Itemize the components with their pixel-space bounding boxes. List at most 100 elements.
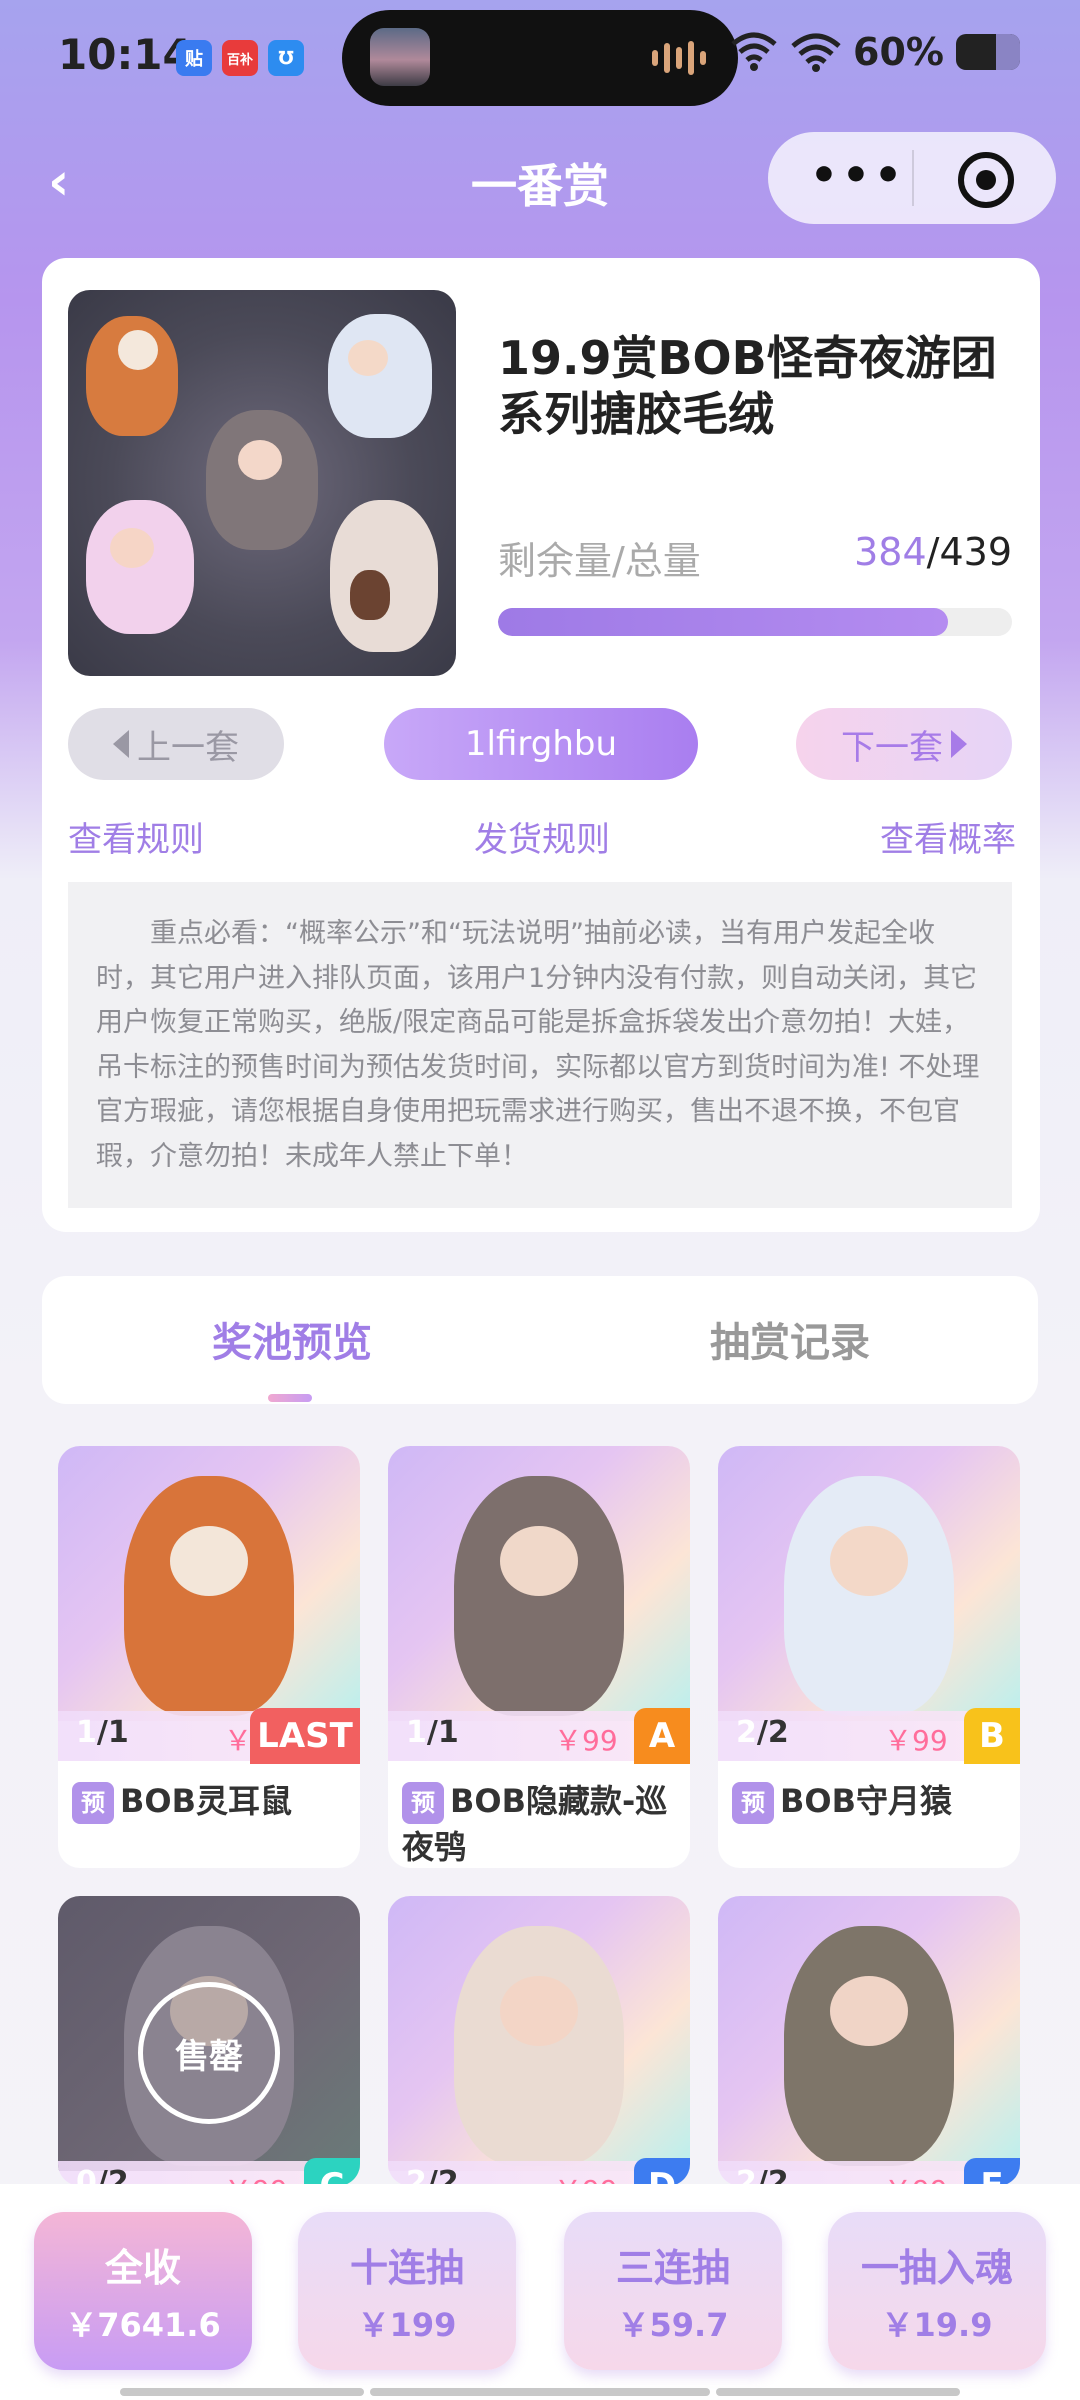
buy-all-button[interactable]: 全收 ￥7641.6 <box>34 2212 252 2370</box>
prize-image <box>58 1446 360 1721</box>
tieba-icon: 贴 <box>176 40 212 76</box>
more-icon[interactable]: ••• <box>808 150 908 206</box>
prize-image <box>718 1446 1020 1721</box>
audio-wave-icon <box>652 38 712 78</box>
presale-tag: 预 <box>72 1782 114 1824</box>
prize-stock-total: /2 <box>96 2165 129 2186</box>
prize-stock-remaining: 2 <box>736 2165 757 2186</box>
toy-face <box>500 1526 578 1596</box>
toy-face <box>830 1526 908 1596</box>
arrow-right-icon <box>951 730 967 758</box>
prize-image: 售罄 <box>58 1896 360 2171</box>
draw-ten-label: 十连抽 <box>349 2245 464 2290</box>
draw-ten-button[interactable]: 十连抽 ￥199 <box>298 2212 516 2370</box>
prize-image <box>388 1446 690 1721</box>
prize-grade-badge: B <box>964 1708 1020 1764</box>
back-icon[interactable]: ‹ <box>48 152 98 212</box>
draw-one-label: 一抽入魂 <box>860 2245 1013 2290</box>
prize-stock-remaining: 2 <box>406 2165 427 2186</box>
prize-grade-badge: E <box>964 2158 1020 2186</box>
remain-progress-bar <box>498 608 1012 636</box>
prize-card[interactable]: 2/2￥99D <box>388 1896 690 2186</box>
prize-stock-count: 2/2 <box>736 2165 789 2186</box>
tab-bar <box>42 1276 1038 1404</box>
shipping-rules-link[interactable]: 发货规则 <box>474 812 610 861</box>
prize-card[interactable]: 2/2￥99E <box>718 1896 1020 2186</box>
toy-figure <box>784 1476 954 1716</box>
prize-grade-badge: LAST <box>250 1708 360 1764</box>
draw-three-price: ￥59.7 <box>617 2305 729 2344</box>
notice-text: 重点必看：“概率公示”和“玩法说明”抽前必读，当有用户发起全收时，其它用户进入排… <box>68 882 1012 1208</box>
remain-slash: / <box>926 530 940 574</box>
prize-name: 预 BOB灵耳鼠 <box>72 1778 350 1824</box>
page-title: 一番赏 <box>471 159 609 213</box>
remain-label: 剩余量/总量 <box>498 539 701 583</box>
remain-count: 384 <box>854 530 927 574</box>
battery-icon <box>956 34 1020 70</box>
toy-face <box>170 1526 248 1596</box>
prize-stock-remaining: 1 <box>76 1715 97 1750</box>
prize-stock-remaining: 2 <box>736 1715 757 1750</box>
status-right: 60% <box>729 30 1020 74</box>
prize-name: 预 BOB守月猿 <box>732 1778 1010 1824</box>
prize-stock-count: 2/2 <box>406 2165 459 2186</box>
toy-face <box>830 1976 908 2046</box>
prize-stock-remaining: 1 <box>406 1715 427 1750</box>
prize-stock-count: 1/1 <box>406 1715 459 1750</box>
prev-set-label: 上一套 <box>137 727 239 768</box>
toy-figure <box>124 1476 294 1716</box>
prize-image <box>718 1896 1020 2171</box>
view-rules-link[interactable]: 查看规则 <box>68 812 204 861</box>
arrow-left-icon <box>113 730 129 758</box>
toy-figure <box>784 1926 954 2166</box>
prize-price: ￥99 <box>884 1724 948 1757</box>
product-title: 19.9赏BOB怪奇夜游团系列搪胶毛绒 <box>498 331 997 441</box>
status-time: 10:14 <box>58 30 192 79</box>
remain-value: 384/439 <box>854 530 1012 574</box>
draw-one-button[interactable]: 一抽入魂 ￥19.9 <box>828 2212 1046 2370</box>
presale-tag: 预 <box>732 1782 774 1824</box>
total-count: 439 <box>939 530 1012 574</box>
prize-stock-total: /2 <box>426 2165 459 2186</box>
prize-price: ￥99 <box>554 1724 618 1757</box>
prize-grade-badge: C <box>304 2158 360 2186</box>
paopao-icon: 百补 <box>222 40 258 76</box>
prize-card[interactable]: 1/1￥99LAST预BOB灵耳鼠 <box>58 1446 360 1868</box>
prize-stock-total: /2 <box>756 1715 789 1750</box>
prize-stock-count: 0/2 <box>76 2165 129 2186</box>
prize-name-text: BOB灵耳鼠 <box>120 1782 292 1820</box>
draw-one-price: ￥19.9 <box>881 2305 993 2344</box>
buy-all-label: 全收 <box>104 2245 181 2290</box>
tab-draw-records[interactable]: 抽赏记录 <box>710 1310 870 1368</box>
wifi-icon <box>791 33 841 72</box>
notification-icon: ℧ <box>268 40 304 76</box>
tab-prize-preview[interactable]: 奖池预览 <box>212 1310 372 1368</box>
next-set-button[interactable]: 下一套 <box>796 708 1012 780</box>
draw-three-button[interactable]: 三连抽 ￥59.7 <box>564 2212 782 2370</box>
close-target-icon[interactable] <box>958 152 1014 208</box>
battery-percent: 60% <box>853 30 944 74</box>
prize-stock-total: /2 <box>756 2165 789 2186</box>
view-probability-link[interactable]: 查看概率 <box>880 812 1016 861</box>
media-thumbnail <box>370 28 430 86</box>
presale-tag: 预 <box>402 1782 444 1824</box>
tab-indicator <box>268 1394 312 1402</box>
capsule-divider <box>912 150 914 206</box>
home-indicator <box>716 2388 960 2396</box>
prize-card[interactable]: 2/2 ￥99 B 预 BOB守月猿 <box>718 1446 1020 1868</box>
prize-stock-count: 2/2 <box>736 1715 789 1750</box>
prize-grade-badge: A <box>634 1708 690 1764</box>
prize-stock-remaining: 0 <box>76 2165 97 2186</box>
draw-ten-price: ￥199 <box>357 2305 457 2344</box>
home-indicator <box>120 2388 364 2396</box>
prev-set-button[interactable]: 上一套 <box>68 708 284 780</box>
signal-icon <box>731 32 777 71</box>
product-cover-image[interactable] <box>68 290 456 676</box>
prize-stock-total: /1 <box>96 1715 129 1750</box>
prize-grade-badge: D <box>634 2158 690 2186</box>
set-code-button[interactable]: 1lfirghbu <box>384 708 698 780</box>
prize-image <box>388 1896 690 2171</box>
buy-all-price: ￥7641.6 <box>65 2305 221 2344</box>
prize-card[interactable]: 1/1 ￥99 A 预 BOB隐藏款-巡夜鸮 <box>388 1446 690 1868</box>
prize-card[interactable]: 售罄0/2￥99C <box>58 1896 360 2186</box>
